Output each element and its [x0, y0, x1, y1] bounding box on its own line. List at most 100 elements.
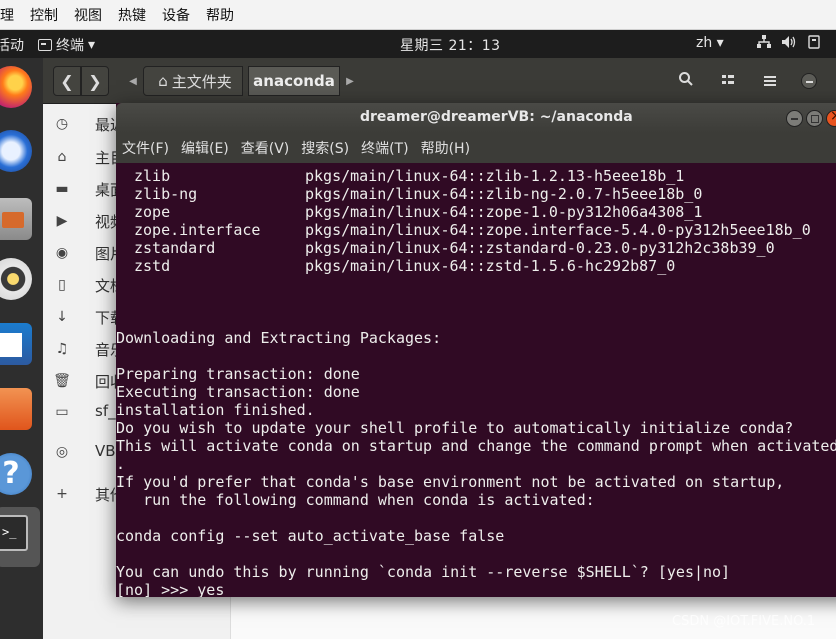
trash-icon: 🗑 — [53, 373, 71, 389]
pictures-icon: ◉ — [55, 245, 69, 261]
terminal-line: run the following command when conda is … — [116, 491, 595, 509]
documents-icon: ▯ — [58, 277, 66, 293]
package-name: zstd — [134, 257, 171, 275]
add-icon: + — [56, 486, 68, 502]
vbox-menu-machine[interactable]: 理 — [0, 5, 22, 25]
terminal-line: Preparing transaction: done — [116, 365, 360, 383]
terminal-close-button[interactable] — [826, 108, 836, 127]
terminal-line: You can undo this by running `conda init… — [116, 563, 731, 581]
package-row: zlib-ng pkgs/main/linux-64::zlib-ng-2.0.… — [116, 185, 836, 203]
back-button[interactable]: ❮ — [53, 66, 81, 96]
forward-button[interactable]: ❯ — [81, 66, 109, 96]
vbox-menu-view[interactable]: 视图 — [66, 5, 110, 25]
videos-icon: ▶ — [56, 213, 68, 229]
activities-button[interactable]: 活动 — [0, 35, 24, 55]
volume-icon — [781, 35, 797, 53]
terminal-menu-help[interactable]: 帮助(H) — [415, 138, 476, 158]
vbox-menu-hotkeys[interactable]: 热键 — [110, 5, 154, 25]
package-name: zope — [134, 203, 171, 221]
chevron-right-icon: ❯ — [88, 71, 102, 91]
terminal-menu-terminal[interactable]: 终端(T) — [355, 138, 414, 158]
hamburger-icon — [763, 72, 777, 91]
sidebar-item-label: sf_ — [95, 402, 116, 420]
rhythmbox-icon[interactable] — [0, 258, 32, 300]
vbox-menu-control[interactable]: 控制 — [22, 5, 66, 25]
package-row: zstandard pkgs/main/linux-64::zstandard-… — [116, 239, 836, 257]
drive-icon: ▭ — [55, 404, 69, 420]
file-manager-header: ❮ ❯ ◀ ⌂ 主文件夹 anaconda ▶ — [43, 58, 836, 104]
terminal-menu-view[interactable]: 查看(V) — [235, 138, 296, 158]
ubuntu-software-icon[interactable] — [0, 388, 32, 430]
vbox-menubar: 理 控制 视图 热键 设备 帮助 — [0, 0, 836, 30]
terminal-prompt-line[interactable]: [no] >>> yes — [116, 581, 836, 597]
terminal-maximize-button[interactable] — [806, 110, 823, 127]
app-menu[interactable]: 终端 ▾ — [38, 35, 95, 55]
terminal-menu-search[interactable]: 搜索(S) — [295, 138, 355, 158]
terminal-line: . — [116, 455, 126, 473]
minimize-icon — [801, 73, 817, 89]
ubuntu-topbar: 活动 终端 ▾ 星期三 21：13 zh ▾ — [0, 30, 836, 58]
breadcrumb-current[interactable]: anaconda — [248, 66, 340, 96]
package-spec: pkgs/main/linux-64::zlib-ng-2.0.7-h5eee1… — [305, 185, 703, 203]
music-icon: ♫ — [55, 341, 69, 357]
terminal-line: If you'd prefer that conda's base enviro… — [116, 473, 785, 491]
pathbar-scroll-right[interactable]: ▶ — [340, 66, 360, 96]
dock: ? >_ — [0, 58, 43, 639]
minimize-button[interactable] — [799, 66, 819, 96]
terminal-dock-item[interactable]: >_ — [0, 507, 40, 567]
terminal-line: This will activate conda on startup and … — [116, 437, 836, 455]
terminal-icon: >_ — [0, 515, 28, 551]
watermark: CSDN @IOT.FIVE.NO.1 — [672, 614, 816, 629]
libreoffice-writer-icon[interactable] — [0, 323, 32, 365]
package-spec: pkgs/main/linux-64::zstd-1.5.6-hc292b87_… — [305, 257, 676, 275]
package-spec: pkgs/main/linux-64::zstandard-0.23.0-py3… — [305, 239, 775, 257]
help-icon[interactable]: ? — [0, 453, 32, 495]
package-spec: pkgs/main/linux-64::zope.interface-5.4.0… — [305, 221, 811, 239]
package-name: zlib-ng — [134, 185, 198, 203]
terminal-window: dreamer@dreamerVB: ~/anaconda 文件(F) 编辑(E… — [116, 103, 836, 597]
terminal-minimize-button[interactable] — [786, 110, 803, 127]
terminal-output[interactable]: zlib pkgs/main/linux-64::zlib-1.2.13-h5e… — [116, 167, 836, 597]
search-icon — [678, 71, 694, 91]
vbox-menu-devices[interactable]: 设备 — [154, 5, 198, 25]
breadcrumb-home-label: 主文件夹 — [171, 72, 232, 91]
breadcrumb-home[interactable]: ⌂ 主文件夹 — [143, 66, 243, 96]
power-icon — [807, 35, 821, 53]
thunderbird-icon[interactable] — [0, 130, 32, 172]
package-name: zlib — [134, 167, 171, 185]
search-button[interactable] — [671, 66, 701, 96]
desktop-icon: ▬ — [55, 181, 69, 197]
app-menu-label: 终端 — [56, 38, 84, 54]
input-method-indicator[interactable]: zh ▾ — [696, 35, 724, 51]
files-icon[interactable] — [0, 198, 32, 240]
downloads-icon: ↓ — [56, 309, 68, 325]
home-icon: ⌂ — [158, 72, 168, 90]
terminal-line: Downloading and Extracting Packages: — [116, 329, 442, 347]
package-spec: pkgs/main/linux-64::zlib-1.2.13-h5eee18b… — [305, 167, 685, 185]
view-toggle-button[interactable] — [711, 66, 745, 96]
terminal-app-icon — [38, 39, 52, 51]
clock[interactable]: 星期三 21：13 — [400, 35, 501, 55]
terminal-menu-edit[interactable]: 编辑(E) — [175, 138, 235, 158]
terminal-line: installation finished. — [116, 401, 315, 419]
pathbar-scroll-left[interactable]: ◀ — [123, 66, 143, 96]
firefox-icon[interactable] — [0, 66, 32, 108]
chevron-left-icon: ❮ — [60, 71, 74, 91]
terminal-line: conda config --set auto_activate_base fa… — [116, 527, 505, 545]
terminal-menu-file[interactable]: 文件(F) — [116, 138, 175, 158]
disc-icon: ◎ — [55, 444, 69, 460]
terminal-titlebar[interactable]: dreamer@dreamerVB: ~/anaconda — [116, 103, 836, 133]
package-row: zope pkgs/main/linux-64::zope-1.0-py312h… — [116, 203, 836, 221]
package-row: zstd pkgs/main/linux-64::zstd-1.5.6-hc29… — [116, 257, 836, 275]
vbox-menu-help[interactable]: 帮助 — [198, 5, 242, 25]
menu-button[interactable] — [755, 66, 785, 96]
package-name: zstandard — [134, 239, 216, 257]
system-tray[interactable] — [757, 35, 821, 53]
package-name: zope.interface — [134, 221, 261, 239]
view-list-icon — [721, 72, 735, 91]
